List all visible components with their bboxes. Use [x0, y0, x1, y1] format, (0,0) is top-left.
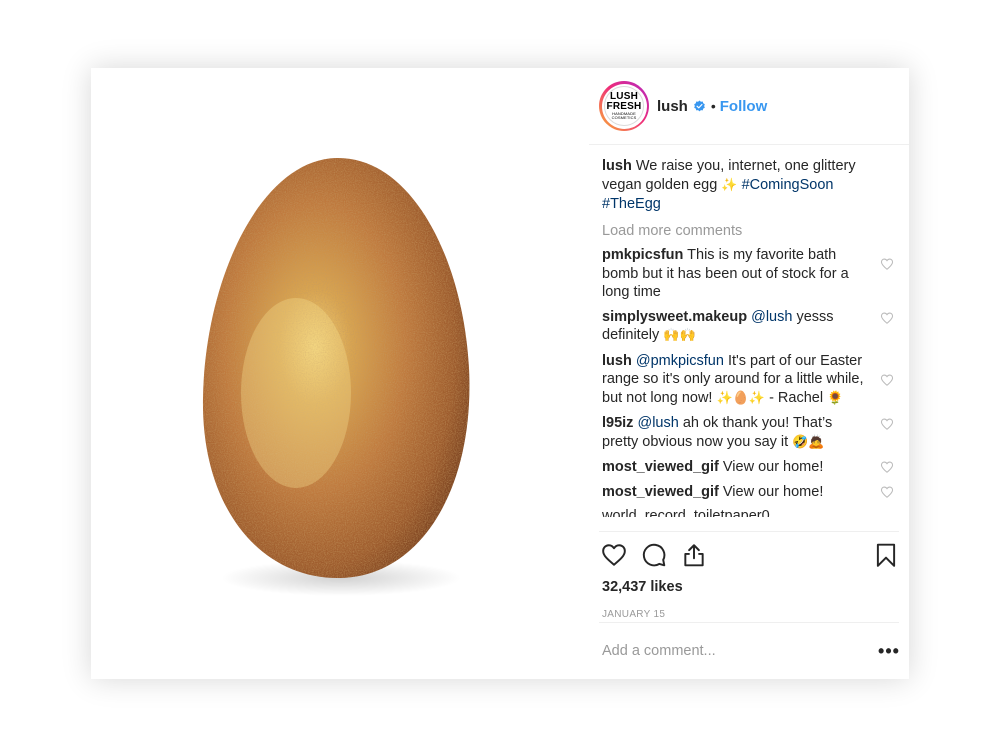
golden-egg-image: [202, 157, 470, 596]
post-actions: 32,437 likes JANUARY 15: [599, 531, 899, 620]
comment-item: l95iz @lush ah ok thank you! That’s pret…: [602, 414, 898, 452]
comment-emoji: 🙌🙌: [663, 328, 696, 343]
lush-logo: LUSH FRESH HANDMADE COSMETICS: [604, 86, 644, 126]
logo-line-4: COSMETICS: [611, 115, 637, 120]
comment-text: View our home!: [722, 483, 824, 500]
comment-item: lush @pmkpicsfun It's part of our Easter…: [602, 352, 898, 409]
heart-icon[interactable]: [601, 542, 627, 568]
hashtag-theegg[interactable]: #TheEgg: [602, 196, 661, 212]
header-separator: •: [710, 98, 716, 114]
comment-item: most_viewed_gif View our home!: [602, 458, 898, 477]
add-comment-input[interactable]: [602, 643, 879, 659]
comment-mention[interactable]: @lush: [637, 415, 678, 431]
post-username[interactable]: lush: [657, 98, 688, 115]
comment-like-heart-icon[interactable]: [880, 485, 894, 499]
post-header: LUSH FRESH HANDMADE COSMETICS lush • Fol…: [589, 68, 909, 145]
comment-icon[interactable]: [641, 542, 667, 568]
bookmark-icon[interactable]: [873, 542, 899, 568]
comments-list[interactable]: lush We raise you, internet, one glitter…: [602, 157, 898, 531]
comment-text: View our home!: [722, 459, 824, 475]
share-icon[interactable]: [681, 542, 707, 568]
comment-item: most_viewed_gif View our home!: [602, 483, 898, 502]
post-sidebar: LUSH FRESH HANDMADE COSMETICS lush • Fol…: [589, 68, 909, 679]
comment-mention[interactable]: @lush: [751, 309, 792, 325]
comment-signature-emoji: 🌻: [827, 390, 844, 406]
page: LUSH FRESH HANDMADE COSMETICS lush • Fol…: [0, 0, 1000, 747]
comment-like-heart-icon[interactable]: [880, 417, 894, 431]
avatar[interactable]: LUSH FRESH HANDMADE COSMETICS: [599, 81, 649, 131]
comment-like-heart-icon[interactable]: [880, 460, 894, 474]
comment-username[interactable]: l95iz: [602, 415, 633, 431]
comment-signature: - Rachel: [769, 389, 824, 406]
comment-username[interactable]: lush: [602, 353, 632, 369]
verified-badge-icon: [694, 100, 705, 111]
instagram-post-card: LUSH FRESH HANDMADE COSMETICS lush • Fol…: [91, 68, 909, 679]
comment-username[interactable]: pmkpicsfun: [602, 247, 683, 263]
add-comment-bar: •••: [599, 622, 899, 679]
comment-username[interactable]: most_viewed_gif: [602, 484, 719, 500]
like-count[interactable]: 32,437 likes: [599, 579, 899, 595]
caption-username[interactable]: lush: [602, 158, 632, 174]
comment-username[interactable]: world_record_toiletpaper0: [602, 508, 770, 517]
comment-mention[interactable]: @pmkpicsfun: [636, 353, 724, 369]
comment-item: pmkpicsfun This is my favorite bath bomb…: [602, 246, 898, 302]
comment-emoji: 🤣🙇: [792, 434, 825, 450]
comment-like-heart-icon[interactable]: [880, 311, 894, 325]
comment-emoji: ✨🥚✨: [716, 390, 766, 406]
more-icon[interactable]: •••: [878, 641, 899, 661]
caption-emoji: ✨: [721, 177, 738, 193]
comment-username[interactable]: simplysweet.makeup: [602, 309, 747, 325]
action-icons: [599, 532, 899, 578]
comment-like-heart-icon[interactable]: [880, 257, 894, 271]
post-date[interactable]: JANUARY 15: [599, 609, 899, 620]
follow-button[interactable]: Follow: [720, 98, 768, 115]
hashtag-comingsoon[interactable]: #ComingSoon: [742, 177, 834, 193]
comment-item-partial: world_record_toiletpaper0: [602, 507, 898, 517]
load-more-comments-button[interactable]: Load more comments: [602, 222, 898, 241]
caption: lush We raise you, internet, one glitter…: [602, 157, 898, 214]
post-image[interactable]: [91, 68, 589, 679]
comment-like-heart-icon[interactable]: [880, 373, 894, 387]
comment-item: simplysweet.makeup @lush yesss definitel…: [602, 308, 898, 346]
comment-username[interactable]: most_viewed_gif: [602, 459, 719, 475]
avatar-inner: LUSH FRESH HANDMADE COSMETICS: [601, 83, 647, 129]
